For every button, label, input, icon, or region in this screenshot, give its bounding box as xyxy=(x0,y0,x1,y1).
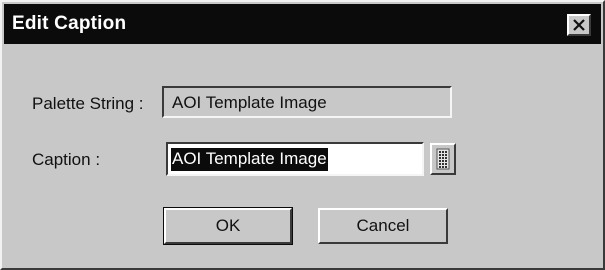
dialog-title: Edit Caption xyxy=(12,13,127,34)
palette-string-field: AOI Template Image xyxy=(162,86,452,118)
title-bar[interactable]: Edit Caption xyxy=(4,4,601,44)
caption-value: AOI Template Image xyxy=(171,148,328,171)
caption-input[interactable]: AOI Template Image xyxy=(166,142,424,176)
caption-label: Caption : xyxy=(32,150,101,169)
ok-button[interactable]: OK xyxy=(163,207,293,245)
palette-string-value: AOI Template Image xyxy=(172,93,327,112)
palette-string-label: Palette String : xyxy=(32,94,144,113)
close-icon xyxy=(573,19,585,31)
close-button[interactable] xyxy=(567,14,591,36)
cancel-button[interactable]: Cancel xyxy=(318,208,448,244)
edit-caption-dialog: Edit Caption Palette String : AOI Templa… xyxy=(0,0,605,270)
grid-icon xyxy=(436,148,450,170)
caption-picker-button[interactable] xyxy=(430,143,456,175)
